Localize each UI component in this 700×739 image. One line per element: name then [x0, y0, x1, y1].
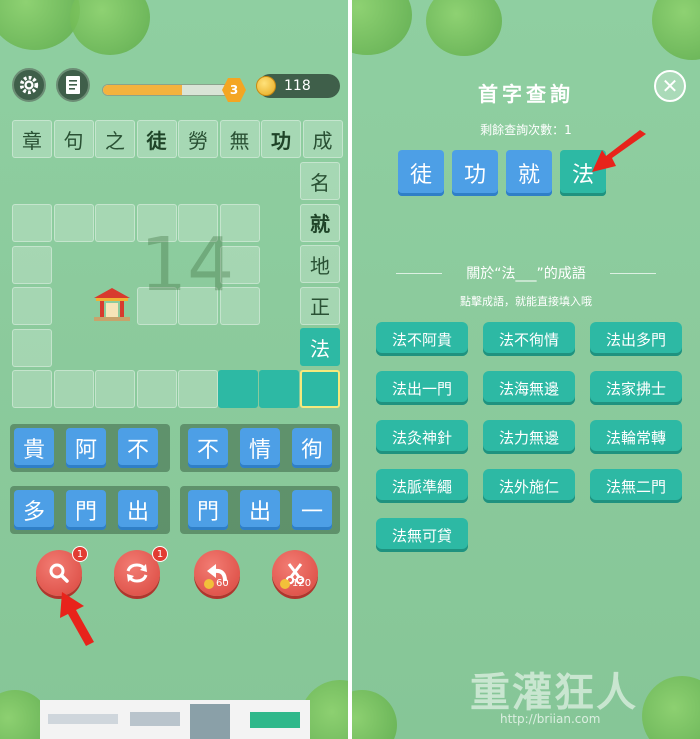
search-badge: 1 — [72, 546, 88, 562]
idiom-button[interactable]: 法不徇情 — [483, 322, 575, 356]
right-column-tile: 法 — [300, 328, 340, 366]
idiom-button[interactable]: 法家拂士 — [590, 371, 682, 405]
idiom-button[interactable]: 法外施仁 — [483, 469, 575, 503]
undo-cost: 60 — [204, 578, 229, 589]
empty-grid-cell[interactable] — [95, 370, 135, 408]
filled-grid-cell[interactable] — [218, 370, 258, 408]
selected-grid-cell[interactable] — [300, 370, 340, 408]
red-arrow-annotation — [60, 592, 94, 646]
divider-line — [610, 273, 656, 274]
idiom-button[interactable]: 法無二門 — [590, 469, 682, 503]
option-tile[interactable]: 出 — [240, 490, 280, 530]
close-button[interactable]: ✕ — [654, 70, 686, 102]
option-tile[interactable]: 阿 — [66, 428, 106, 468]
refresh-icon — [126, 563, 148, 583]
lily-pad-decoration — [652, 0, 700, 60]
right-column-tile: 名 — [300, 162, 340, 200]
coin-icon — [204, 578, 214, 589]
option-tile[interactable]: 多 — [14, 490, 54, 530]
query-character-button[interactable]: 功 — [452, 150, 498, 196]
filled-grid-cell[interactable] — [259, 370, 299, 408]
option-tile[interactable]: 門 — [188, 490, 228, 530]
idiom-button[interactable]: 法無可貸 — [376, 518, 468, 552]
option-tile[interactable]: 貴 — [14, 428, 54, 468]
lily-pad-decoration — [352, 0, 412, 55]
empty-grid-cell[interactable] — [95, 204, 135, 242]
option-tile[interactable]: 情 — [240, 428, 280, 468]
settings-button[interactable] — [12, 68, 46, 102]
refresh-badge: 1 — [152, 546, 168, 562]
coin-icon — [280, 578, 290, 589]
idiom-button[interactable]: 法不阿貴 — [376, 322, 468, 356]
empty-grid-cell[interactable] — [12, 370, 52, 408]
cut-button[interactable] — [272, 550, 318, 596]
empty-grid-cell[interactable] — [12, 204, 52, 242]
puzzle-number: 14 — [140, 222, 235, 308]
book-icon — [66, 76, 80, 94]
idiom-button[interactable]: 法灸神針 — [376, 420, 468, 454]
empty-grid-cell[interactable] — [53, 204, 94, 242]
idiom-button[interactable]: 法出多門 — [590, 322, 682, 356]
right-column-tile: 地 — [300, 245, 340, 283]
option-tile[interactable]: 一 — [292, 490, 332, 530]
top-row-tile: 章 — [12, 120, 52, 158]
watermark-text: 重灌狂人 — [470, 669, 638, 716]
empty-grid-cell[interactable] — [136, 370, 177, 408]
undo-button[interactable] — [194, 550, 240, 596]
idiom-button[interactable]: 法脈準繩 — [376, 469, 468, 503]
top-row-tile: 之 — [95, 120, 135, 158]
empty-grid-cell[interactable] — [53, 370, 94, 408]
coin-count: 118 — [284, 78, 311, 94]
search-icon — [49, 563, 69, 583]
option-tile[interactable]: 出 — [118, 490, 158, 530]
top-row-tile: 徒 — [136, 120, 177, 158]
watermark-url: http://briian.com — [500, 712, 601, 726]
idiom-button[interactable]: 法海無邊 — [483, 371, 575, 405]
cut-cost: 120 — [280, 578, 311, 589]
idiom-button[interactable]: 法輪常轉 — [590, 420, 682, 454]
right-column-tile: 正 — [300, 286, 340, 325]
temple-icon — [94, 288, 130, 321]
query-character-button[interactable]: 徒 — [398, 150, 444, 196]
level-progress-bar — [102, 84, 232, 96]
query-character-button[interactable]: 就 — [506, 150, 552, 196]
option-tile[interactable]: 不 — [188, 428, 228, 468]
red-arrow-annotation — [592, 130, 646, 172]
lily-pad-decoration — [0, 0, 80, 50]
lily-pad-decoration — [426, 0, 502, 56]
gear-icon — [19, 75, 39, 95]
lily-pad-decoration — [642, 676, 700, 739]
top-row-tile: 成 — [302, 120, 343, 158]
first-character-query-panel: 首字查詢 ✕ 剩餘查詢次數：1 徒功就法 關於“法___”的成語 點擊成語，就能… — [352, 0, 700, 739]
idiom-button[interactable]: 法出一門 — [376, 371, 468, 405]
level-badge: 3 — [222, 78, 246, 102]
empty-grid-cell[interactable] — [12, 287, 52, 325]
top-row-tile: 勞 — [178, 120, 218, 158]
coin-icon — [256, 76, 276, 96]
option-tile[interactable]: 不 — [118, 428, 158, 468]
lily-pad-decoration — [352, 690, 397, 739]
game-board-panel: 3 118 章句之徒勞無功成 名就地正法 14 貴阿不不情徇多門出門出一 1 1… — [0, 0, 348, 739]
ad-banner[interactable] — [40, 700, 310, 739]
idiom-button[interactable]: 法力無邊 — [483, 420, 575, 454]
empty-grid-cell[interactable] — [12, 328, 52, 367]
dialog-title: 首字查詢 — [478, 82, 574, 106]
close-icon: ✕ — [661, 74, 679, 98]
empty-grid-cell[interactable] — [12, 245, 52, 284]
right-column-tile: 就 — [300, 203, 340, 242]
option-tile[interactable]: 徇 — [292, 428, 332, 468]
idiom-book-button[interactable] — [56, 68, 90, 102]
top-row-tile: 句 — [53, 120, 94, 158]
option-tile[interactable]: 門 — [66, 490, 106, 530]
tap-hint-text: 點擊成語，就能直接填入哦 — [460, 295, 592, 308]
level-progress-fill — [103, 85, 183, 95]
empty-grid-cell[interactable] — [178, 370, 218, 408]
top-row-tile: 無 — [219, 120, 260, 158]
top-row-tile: 功 — [261, 120, 301, 158]
lily-pad-decoration — [70, 0, 150, 55]
